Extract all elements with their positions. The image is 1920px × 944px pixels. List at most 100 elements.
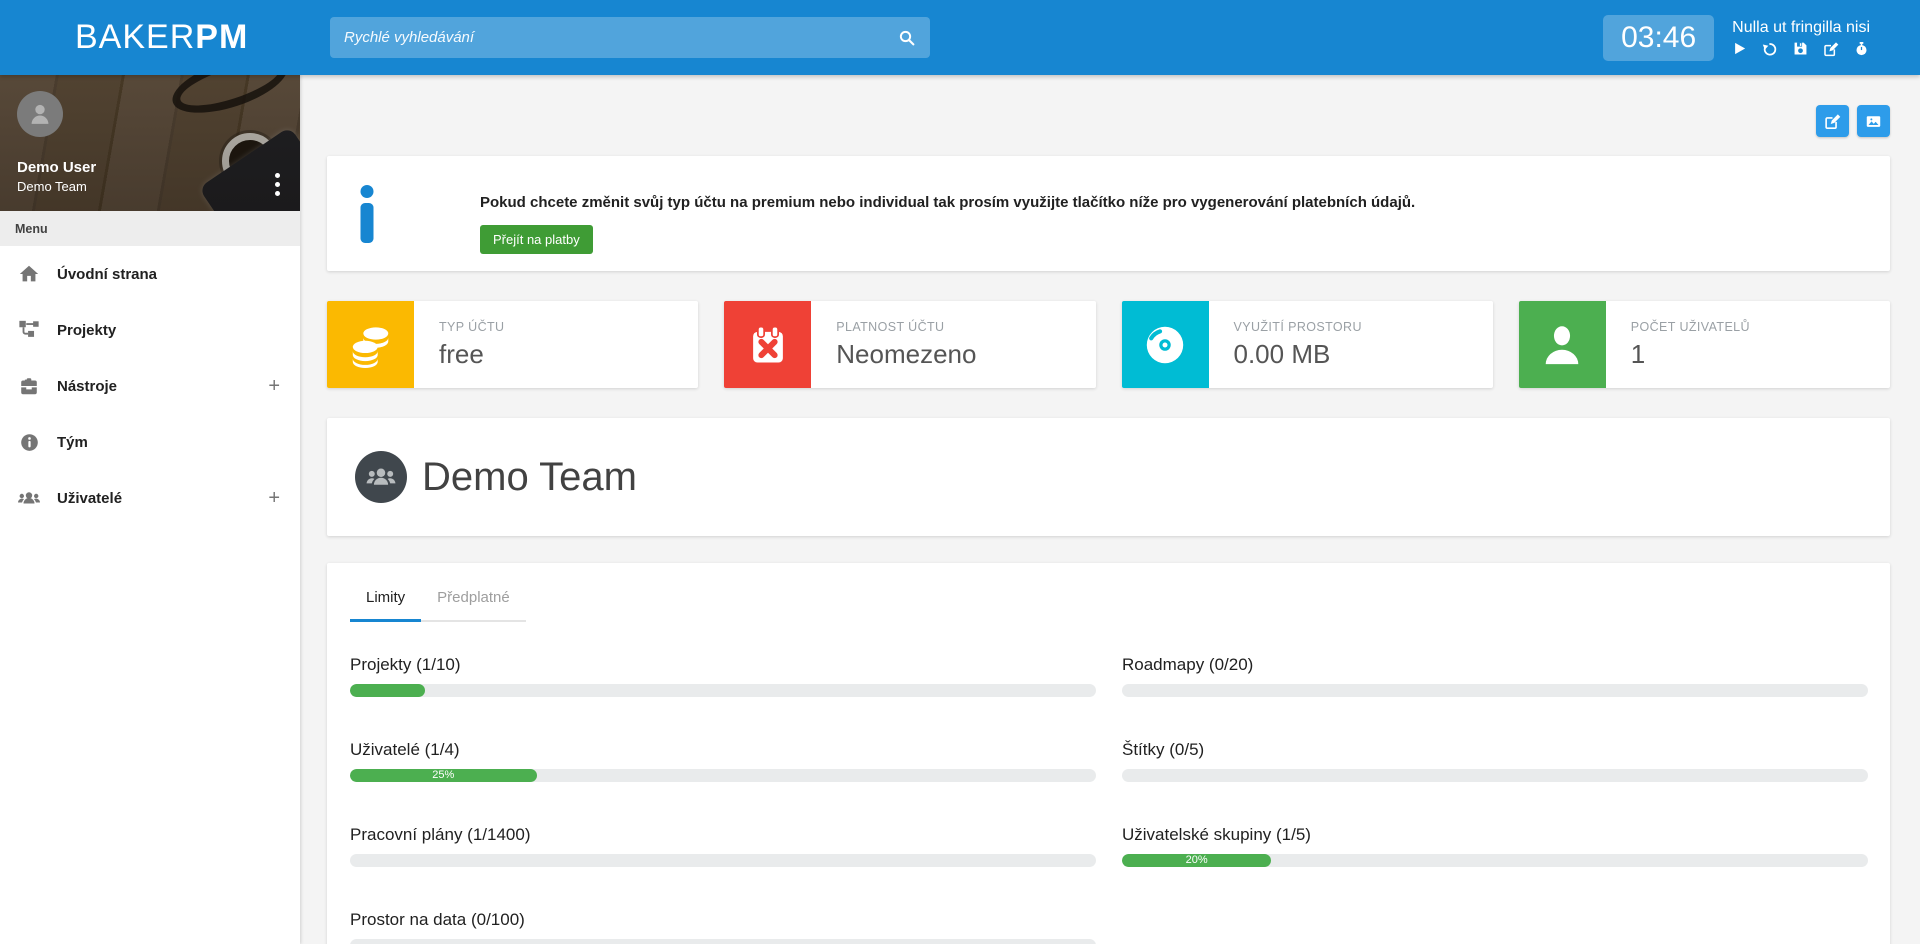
expand-plus-icon[interactable]: + [268,487,280,510]
team-header-card: Demo Team [327,418,1890,536]
stat-card-account-type: TYP ÚČTU free [327,301,699,388]
limits-grid: Projekty (1/10) Roadmapy (0/20) Uživatel… [350,655,1868,944]
limit-item-roadmapy: Roadmapy (0/20) [1122,655,1868,697]
stat-card-user-count: POČET UŽIVATELŮ 1 [1518,301,1890,388]
stat-value: Neomezeno [836,338,977,369]
coins-icon [348,322,394,368]
main-content: Pokud chcete změnit svůj typ účtu na pre… [300,75,1920,944]
sidebar-item-uzivatele[interactable]: Uživatelé + [0,470,300,526]
edit-page-button[interactable] [1816,105,1849,137]
sidebar-item-label: Úvodní strana [57,265,158,283]
play-icon[interactable] [1732,41,1747,56]
kebab-menu-icon[interactable] [275,169,280,200]
progress-track [1122,769,1868,782]
search-icon[interactable] [884,17,930,58]
limit-label: Projekty (1/10) [350,655,461,674]
edit-icon [1824,113,1841,130]
limit-item-stitky: Štítky (0/5) [1122,740,1868,782]
team-title: Demo Team [422,454,637,499]
user-icon [1539,322,1585,368]
sidebar-item-projekty[interactable]: Projekty [0,302,300,358]
stat-value: free [439,338,484,369]
progress-track: 25% [350,769,1096,782]
photo-phone-decor [198,126,300,211]
app-logo[interactable]: BAKERPM [0,18,300,57]
stat-card-space-usage: VYUŽITÍ PROSTORU 0.00 MB [1121,301,1493,388]
stat-value: 0.00 MB [1233,338,1331,369]
progress-fill: 25% [350,769,537,782]
sidebar-item-label: Tým [57,433,88,451]
calendar-x-icon [747,324,789,366]
expand-plus-icon[interactable]: + [268,375,280,398]
user-team-name: Demo Team [17,179,87,194]
stat-label: PLATNOST ÚČTU [836,319,945,334]
logo-text-bold: PM [195,18,249,56]
disc-icon [1142,322,1188,368]
stat-cards-row: TYP ÚČTU free PLATNOST ÚČTU Neomezeno VY… [327,301,1890,388]
sidebar: Demo User Demo Team Menu Úvodní strana P… [0,75,300,944]
sitemap-icon [16,319,42,341]
group-icon [355,451,407,503]
photo-glasses-decor [165,75,295,125]
stat-value: 1 [1630,338,1646,369]
tab-predplatne[interactable]: Předplatné [421,589,526,622]
undo-icon[interactable] [1762,41,1778,57]
sidebar-item-label: Nástroje [57,377,118,395]
image-icon [1865,113,1882,130]
progress-track [350,854,1096,867]
progress-track: 20% [1122,854,1868,867]
timer-display[interactable]: 03:46 [1603,14,1715,61]
stat-label: TYP ÚČTU [439,319,505,334]
toolbox-icon [16,375,42,397]
time-tracker: 03:46 Nulla ut fringilla nisi [1603,0,1870,75]
limit-item-projekty: Projekty (1/10) [350,655,1096,697]
edit-icon[interactable] [1823,41,1839,57]
stat-label: POČET UŽIVATELŮ [1630,319,1750,334]
profile-header: Demo User Demo Team [0,75,300,211]
avatar[interactable] [17,91,63,137]
image-button[interactable] [1857,105,1890,137]
limit-label: Uživatelé (1/4) [350,740,460,759]
menu-header: Menu [0,211,300,246]
sidebar-item-label: Projekty [57,321,117,339]
sidebar-item-tym[interactable]: Tým [0,414,300,470]
progress-fill: 20% [1122,854,1272,867]
save-icon[interactable] [1793,41,1808,56]
sidebar-item-uvodni-strana[interactable]: Úvodní strana [0,246,300,302]
home-icon [16,263,42,285]
sidebar-item-nastroje[interactable]: Nástroje + [0,358,300,414]
info-message: Pokud chcete změnit svůj typ účtu na pre… [480,194,1416,211]
limit-item-uzivatelske-skupiny: Uživatelské skupiny (1/5) 20% [1122,825,1868,867]
stat-card-account-validity: PLATNOST ÚČTU Neomezeno [724,301,1096,388]
info-icon [16,432,42,453]
stat-label: VYUŽITÍ PROSTORU [1233,319,1362,334]
progress-track [350,684,1096,697]
users-icon [16,486,42,510]
topbar: BAKERPM 03:46 Nulla ut fringilla nisi [0,0,1920,75]
limit-item-pracovni-plany: Pracovní plány (1/1400) [350,825,1096,867]
account-info-card: Pokud chcete změnit svůj typ účtu na pre… [327,156,1890,271]
limits-tabs: Limity Předplatné [350,589,526,622]
tab-limity[interactable]: Limity [350,589,422,622]
logo-text-light: BAKER [75,18,196,56]
progress-track [1122,684,1868,697]
search-input[interactable] [330,17,884,58]
go-to-payments-button[interactable]: Přejít na platby [480,225,593,254]
progress-fill [350,684,425,697]
limit-label: Roadmapy (0/20) [1122,655,1254,674]
page-actions [327,105,1890,137]
limits-card: Limity Předplatné Projekty (1/10) Roadma… [327,563,1890,944]
limit-label: Uživatelské skupiny (1/5) [1122,825,1311,844]
active-task-label: Nulla ut fringilla nisi [1732,18,1870,36]
info-letter-icon [355,184,379,243]
stopwatch-icon[interactable] [1854,41,1869,56]
limit-label: Pracovní plány (1/1400) [350,825,531,844]
quick-search[interactable] [330,17,930,58]
limit-item-uzivatele: Uživatelé (1/4) 25% [350,740,1096,782]
person-icon [26,100,54,128]
sidebar-item-label: Uživatelé [57,489,123,507]
photo-coffee-cup-decor [222,133,278,189]
limit-label: Prostor na data (0/100) [350,910,525,929]
progress-track [350,939,1096,944]
limit-item-prostor-na-data: Prostor na data (0/100) [350,910,1096,944]
